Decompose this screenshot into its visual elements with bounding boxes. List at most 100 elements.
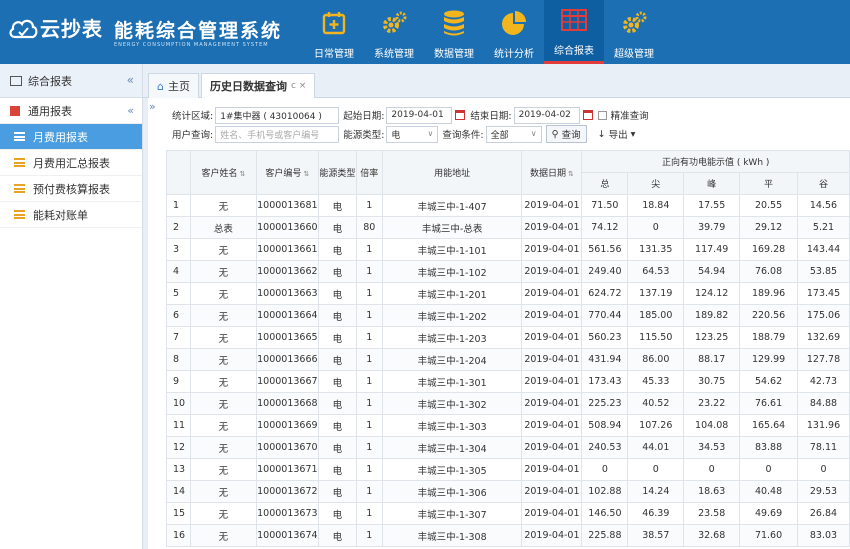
tab-bar: ⌂ 主页 历史日数据查询 c × xyxy=(143,64,850,98)
col-customer-name[interactable]: 客户姓名 ⇅ xyxy=(189,150,257,195)
nav-reports[interactable]: 综合报表 xyxy=(544,0,604,64)
table-cell: 丰城三中-1-202 xyxy=(381,304,523,327)
user-query-input[interactable]: 姓名、手机号或客户编号 xyxy=(215,125,340,143)
download-icon: ↓ xyxy=(597,128,606,140)
sidebar-group-label: 通用报表 xyxy=(28,104,72,118)
table-cell: 71.60 xyxy=(739,524,798,547)
table-cell: 83.03 xyxy=(797,524,850,547)
col-total[interactable]: 总 xyxy=(581,172,629,195)
table-body: 1 无 1000013681 电 1 丰城三中-1-407 2019-04-01 71.50 1… xyxy=(166,194,850,547)
table-cell: 丰城三中-1-308 xyxy=(381,524,523,547)
export-button[interactable]: ↓ 导出 ▾ xyxy=(593,125,641,143)
table-row[interactable]: 10 无 1000013668 电 1 丰城三中-1-302 2019-04-01 225.2… xyxy=(166,392,850,415)
sidebar: 综合报表 « 通用报表 « 月费用报表 月费用汇总报表 预付费核算报表 能耗对账… xyxy=(0,64,143,549)
table-cell: 1 xyxy=(355,304,383,327)
table-cell: 173.45 xyxy=(797,282,850,305)
nav-system[interactable]: 系统管理 xyxy=(364,0,424,64)
table-row[interactable]: 14 无 1000013672 电 1 丰城三中-1-306 2019-04-01 102.8… xyxy=(166,480,850,503)
col-customer-code[interactable]: 客户编号 ⇅ xyxy=(255,150,319,195)
table-cell: 29.12 xyxy=(739,216,798,239)
table-cell: 丰城三中-1-201 xyxy=(381,282,523,305)
sidebar-item-monthly-summary[interactable]: 月费用汇总报表 xyxy=(0,150,142,176)
col-ratio[interactable]: 倍率 xyxy=(355,150,383,195)
table-row[interactable]: 4 无 1000013662 电 1 丰城三中-1-102 2019-04-01 249.40… xyxy=(166,260,850,283)
table-row[interactable]: 1 无 1000013681 电 1 丰城三中-1-407 2019-04-01 71.50 1… xyxy=(166,194,850,217)
table-cell: 40.52 xyxy=(627,392,685,415)
calendar-icon[interactable] xyxy=(455,109,466,120)
nav-daily-label: 日常管理 xyxy=(314,49,354,60)
start-date-input[interactable]: 2019-04-01 xyxy=(386,106,466,124)
table-row[interactable]: 6 无 1000013664 电 1 丰城三中-1-202 2019-04-01 770.44… xyxy=(166,304,850,327)
export-button-label: 导出 xyxy=(608,130,628,141)
area-input[interactable]: 1#集中器 ( 43010064 ) xyxy=(215,106,340,124)
col-energy-type[interactable]: 能源类型 xyxy=(317,150,357,195)
nav-super[interactable]: 超级管理 xyxy=(604,0,664,64)
table-cell: 1 xyxy=(355,480,383,503)
table-cell: 18.84 xyxy=(627,194,685,217)
condition-value: 全部 xyxy=(490,130,509,141)
end-date-input[interactable]: 2019-04-02 xyxy=(513,106,593,124)
col-valley[interactable]: 谷 xyxy=(797,172,850,195)
collapse-sidebar-icon[interactable]: « xyxy=(127,73,134,87)
table-cell: 无 xyxy=(189,194,257,217)
table-row[interactable]: 9 无 1000013667 电 1 丰城三中-1-301 2019-04-01 173.43… xyxy=(166,370,850,393)
table-row[interactable]: 11 无 1000013669 电 1 丰城三中-1-303 2019-04-01 508.9… xyxy=(166,414,850,437)
col-peak[interactable]: 峰 xyxy=(683,172,741,195)
table-row[interactable]: 5 无 1000013663 电 1 丰城三中-1-201 2019-04-01 624.72… xyxy=(166,282,850,305)
table-cell: 1000013681 xyxy=(255,194,319,217)
nav-daily[interactable]: 日常管理 xyxy=(304,0,364,64)
filter-bar: 统计区域: 1#集中器 ( 43010064 ) 起始日期: 2019-04-0… xyxy=(166,98,850,148)
table-row[interactable]: 13 无 1000013671 电 1 丰城三中-1-305 2019-04-01 0 0 0 0 0 xyxy=(166,458,850,481)
query-button-label: 查询 xyxy=(561,130,581,141)
table-cell: 189.82 xyxy=(683,304,741,327)
sidebar-group-general[interactable]: 通用报表 « xyxy=(0,98,142,124)
row-index-cell: 6 xyxy=(166,304,191,327)
table-cell: 560.23 xyxy=(581,326,629,349)
table-cell: 137.19 xyxy=(627,282,685,305)
col-group-forward-energy: 正向有功电能示值 ( kWh ) xyxy=(581,150,850,173)
table-row[interactable]: 3 无 1000013661 电 1 丰城三中-1-101 2019-04-01 561.56… xyxy=(166,238,850,261)
condition-select[interactable]: 全部 ∨ xyxy=(485,125,542,143)
report-grid-icon xyxy=(10,105,20,116)
col-date[interactable]: 数据日期 ⇅ xyxy=(521,150,583,195)
table-row[interactable]: 16 无 1000013674 电 1 丰城三中-1-308 2019-04-01 225.8… xyxy=(166,524,850,547)
sidebar-item-monthly-fee[interactable]: 月费用报表 xyxy=(0,124,142,150)
expand-panel-icon[interactable]: » xyxy=(149,100,156,113)
query-button[interactable]: ⚲ 查询 xyxy=(545,125,587,143)
table-row[interactable]: 12 无 1000013670 电 1 丰城三中-1-304 2019-04-01 240.5… xyxy=(166,436,850,459)
sort-icon: ⇅ xyxy=(303,170,310,178)
col-address[interactable]: 用能地址 xyxy=(381,150,523,195)
table-cell: 无 xyxy=(189,260,257,283)
nav-data[interactable]: 数据管理 xyxy=(424,0,484,64)
table-cell: 2019-04-01 xyxy=(521,370,583,393)
table-cell: 无 xyxy=(189,304,257,327)
calendar-icon[interactable] xyxy=(582,109,593,120)
exact-query-checkbox[interactable] xyxy=(597,110,607,120)
table-cell: 无 xyxy=(189,326,257,349)
sidebar-header: 综合报表 « xyxy=(0,64,142,98)
nav-stats[interactable]: 统计分析 xyxy=(484,0,544,64)
energy-type-select[interactable]: 电 ∨ xyxy=(386,125,439,143)
col-sharp[interactable]: 尖 xyxy=(627,172,685,195)
col-flat[interactable]: 平 xyxy=(739,172,798,195)
table-cell: 561.56 xyxy=(581,238,629,261)
tab-history-daily[interactable]: 历史日数据查询 c × xyxy=(201,73,316,98)
tab-close-icon[interactable]: c × xyxy=(291,81,306,91)
sidebar-item-statement[interactable]: 能耗对账单 xyxy=(0,202,142,228)
table-cell: 225.23 xyxy=(581,392,629,415)
table-cell: 2019-04-01 xyxy=(521,194,583,217)
table-row[interactable]: 15 无 1000013673 电 1 丰城三中-1-307 2019-04-01 146.5… xyxy=(166,502,850,525)
table-row[interactable]: 7 无 1000013665 电 1 丰城三中-1-203 2019-04-01 560.23… xyxy=(166,326,850,349)
nav-data-label: 数据管理 xyxy=(434,49,474,60)
table-cell: 127.78 xyxy=(797,348,850,371)
tab-home[interactable]: ⌂ 主页 xyxy=(148,73,199,98)
table-cell: 117.49 xyxy=(683,238,741,261)
sidebar-item-prepaid[interactable]: 预付费核算报表 xyxy=(0,176,142,202)
table-cell: 2019-04-01 xyxy=(521,502,583,525)
table-row[interactable]: 2 总表 1000013660 电 80 丰城三中-总表 2019-04-01 74.12 0 3… xyxy=(166,216,850,239)
table-row[interactable]: 8 无 1000013666 电 1 丰城三中-1-204 2019-04-01 431.94… xyxy=(166,348,850,371)
table-cell: 丰城三中-1-305 xyxy=(381,458,523,481)
data-table-wrap[interactable]: 客户姓名 ⇅ 客户编号 ⇅ 能源类型 倍率 用能地址 数据日期 ⇅ 正向有功电能示值 … xyxy=(166,150,850,549)
sidebar-splitter[interactable] xyxy=(143,64,148,549)
table-cell: 131.96 xyxy=(797,414,850,437)
